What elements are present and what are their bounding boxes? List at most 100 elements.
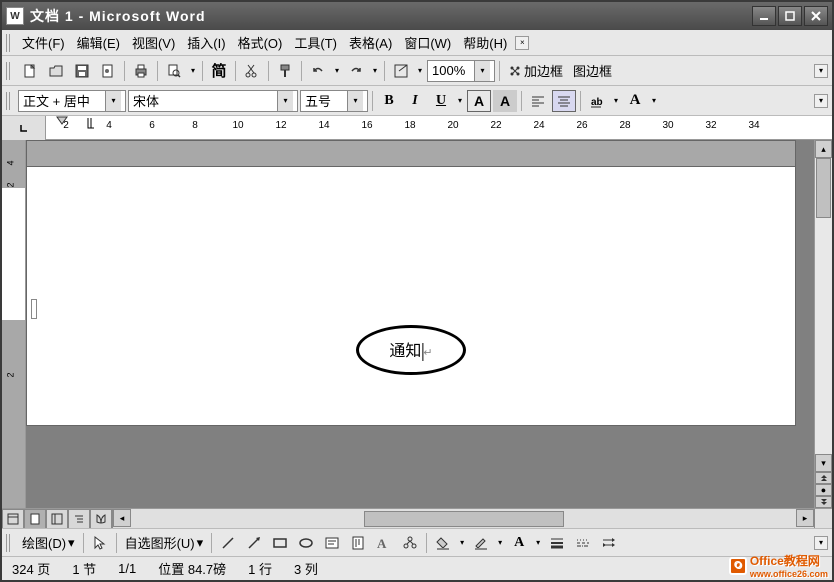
- align-center-icon[interactable]: [552, 90, 576, 112]
- vertical-scrollbar[interactable]: ▴ ▾ ●: [814, 140, 832, 508]
- dropdown-icon[interactable]: ▾: [611, 90, 621, 112]
- dropdown-icon[interactable]: ▾: [188, 60, 198, 82]
- line-color-icon[interactable]: [469, 532, 493, 554]
- add-border-button[interactable]: 加边框: [504, 59, 567, 82]
- print-preview-icon[interactable]: [162, 60, 186, 82]
- hscroll-thumb[interactable]: [364, 511, 564, 527]
- menu-edit[interactable]: 编辑(E): [71, 30, 126, 55]
- minimize-button[interactable]: [752, 6, 776, 26]
- tab-selector-icon[interactable]: [2, 116, 46, 140]
- toolbar-options-icon[interactable]: ▾: [814, 536, 828, 550]
- char-border-button[interactable]: A: [467, 90, 491, 112]
- diagram-icon[interactable]: [398, 532, 422, 554]
- toolbar-grip-icon[interactable]: [6, 534, 12, 552]
- browse-object-icon[interactable]: ●: [815, 484, 832, 496]
- font-combo[interactable]: 宋体 ▾: [128, 90, 298, 112]
- scroll-down-icon[interactable]: ▾: [815, 454, 832, 472]
- print-icon[interactable]: [129, 60, 153, 82]
- document-text[interactable]: 通知↵: [389, 337, 432, 361]
- menu-file[interactable]: 文件(F): [16, 30, 71, 55]
- next-page-icon[interactable]: [815, 496, 832, 508]
- scroll-thumb[interactable]: [816, 158, 831, 218]
- dropdown-icon[interactable]: ▾: [415, 60, 425, 82]
- reading-layout-view-icon[interactable]: [90, 509, 112, 529]
- outline-view-icon[interactable]: [68, 509, 90, 529]
- print-layout-view-icon[interactable]: [24, 509, 46, 529]
- format-painter-icon[interactable]: [273, 60, 297, 82]
- arrow-icon[interactable]: [242, 532, 266, 554]
- menu-tools[interactable]: 工具(T): [288, 30, 343, 55]
- undo-icon[interactable]: [306, 60, 330, 82]
- vertical-textbox-icon[interactable]: [346, 532, 370, 554]
- horizontal-ruler[interactable]: 246810121416182022242628303234: [2, 116, 832, 140]
- dropdown-icon[interactable]: ▾: [649, 90, 659, 112]
- page-viewport[interactable]: 通知↵: [26, 140, 814, 508]
- italic-button[interactable]: I: [403, 90, 427, 112]
- select-objects-icon[interactable]: [88, 532, 112, 554]
- dropdown-icon[interactable]: ▾: [370, 60, 380, 82]
- dropdown-icon[interactable]: ▾: [332, 60, 342, 82]
- permission-icon[interactable]: [96, 60, 120, 82]
- line-style-icon[interactable]: [545, 532, 569, 554]
- scroll-up-icon[interactable]: ▴: [815, 140, 832, 158]
- menu-insert[interactable]: 插入(I): [181, 30, 231, 55]
- dropdown-icon[interactable]: ▾: [455, 90, 465, 112]
- rectangle-icon[interactable]: [268, 532, 292, 554]
- dropdown-icon[interactable]: ▾: [533, 532, 543, 554]
- insert-frame-icon[interactable]: [389, 60, 413, 82]
- scroll-track[interactable]: [815, 158, 832, 454]
- toolbar-options-icon[interactable]: ▾: [814, 64, 828, 78]
- textbox-icon[interactable]: [320, 532, 344, 554]
- font-color-icon[interactable]: A: [507, 532, 531, 554]
- new-document-icon[interactable]: [18, 60, 42, 82]
- dash-style-icon[interactable]: [571, 532, 595, 554]
- bold-button[interactable]: B: [377, 90, 401, 112]
- hscroll-track[interactable]: [131, 509, 796, 528]
- dropdown-icon[interactable]: ▾: [105, 91, 121, 111]
- menu-help[interactable]: 帮助(H): [457, 30, 513, 55]
- maximize-button[interactable]: [778, 6, 802, 26]
- scroll-right-icon[interactable]: ▸: [796, 509, 814, 527]
- simplified-chinese-button[interactable]: 简: [207, 60, 231, 82]
- toolbar-grip-icon[interactable]: [6, 92, 12, 110]
- dropdown-icon[interactable]: ▾: [277, 91, 293, 111]
- image-border-button[interactable]: 图边框: [569, 59, 616, 82]
- cut-icon[interactable]: [240, 60, 264, 82]
- vertical-ruler[interactable]: 4 2 2: [2, 140, 26, 508]
- save-icon[interactable]: [70, 60, 94, 82]
- style-combo[interactable]: 正文 + 居中 ▾: [18, 90, 126, 112]
- close-button[interactable]: [804, 6, 828, 26]
- menu-expand-icon[interactable]: ×: [515, 36, 529, 50]
- underline-button[interactable]: U: [429, 90, 453, 112]
- document-page[interactable]: 通知↵: [26, 166, 796, 426]
- highlight-icon[interactable]: ab: [585, 90, 609, 112]
- open-icon[interactable]: [44, 60, 68, 82]
- scroll-left-icon[interactable]: ◂: [113, 509, 131, 527]
- normal-view-icon[interactable]: [2, 509, 24, 529]
- menu-window[interactable]: 窗口(W): [398, 30, 457, 55]
- draw-menu-button[interactable]: 绘图(D) ▾: [18, 531, 79, 554]
- line-icon[interactable]: [216, 532, 240, 554]
- prev-page-icon[interactable]: [815, 472, 832, 484]
- toolbar-grip-icon[interactable]: [6, 34, 12, 52]
- redo-icon[interactable]: [344, 60, 368, 82]
- dropdown-icon[interactable]: ▾: [495, 532, 505, 554]
- autoshapes-button[interactable]: 自选图形(U) ▾: [121, 531, 208, 554]
- toolbar-grip-icon[interactable]: [6, 62, 12, 80]
- oval-icon[interactable]: [294, 532, 318, 554]
- char-shading-button[interactable]: A: [493, 90, 517, 112]
- fill-color-icon[interactable]: [431, 532, 455, 554]
- web-layout-view-icon[interactable]: [46, 509, 68, 529]
- toolbar-options-icon[interactable]: ▾: [814, 94, 828, 108]
- arrow-style-icon[interactable]: [597, 532, 621, 554]
- zoom-combo[interactable]: 100% ▾: [427, 60, 495, 82]
- font-size-combo[interactable]: 五号 ▾: [300, 90, 368, 112]
- wordart-icon[interactable]: A: [372, 532, 396, 554]
- menu-format[interactable]: 格式(O): [232, 30, 289, 55]
- tab-stop-icon[interactable]: [86, 116, 96, 132]
- font-color-button[interactable]: A: [623, 90, 647, 112]
- dropdown-icon[interactable]: ▾: [347, 91, 363, 111]
- menu-table[interactable]: 表格(A): [343, 30, 398, 55]
- menu-view[interactable]: 视图(V): [126, 30, 181, 55]
- align-left-icon[interactable]: [526, 90, 550, 112]
